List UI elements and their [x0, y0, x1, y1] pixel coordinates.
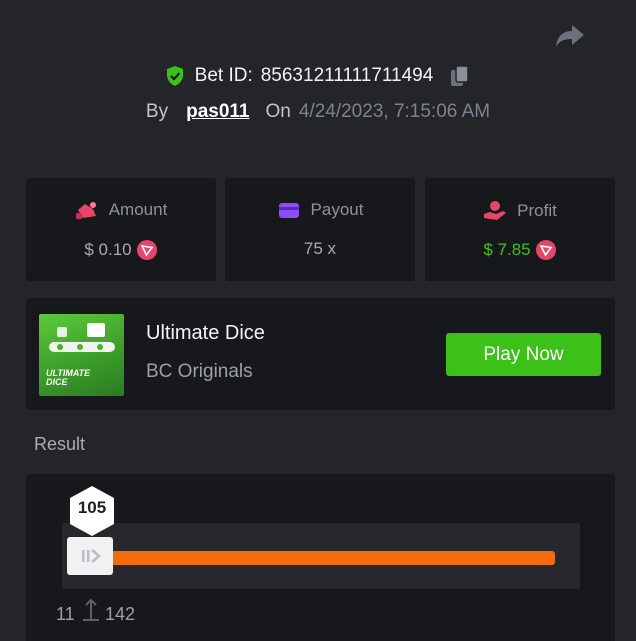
roll-result-value: 105	[77, 498, 107, 517]
copy-icon	[451, 65, 470, 86]
bet-id-row: Bet ID: 85631211111711494	[0, 60, 636, 92]
amount-card: Amount $ 0.10	[26, 178, 216, 281]
thumb-logo-text: ULTIMATE DICE	[46, 369, 90, 387]
game-card: ULTIMATE DICE Ultimate Dice BC Originals…	[26, 298, 615, 410]
profit-card: Profit $ 7.85	[425, 178, 615, 281]
dice-slider-fill	[102, 551, 555, 565]
username-link[interactable]: pas011	[186, 101, 249, 123]
bet-id-label: Bet ID:	[194, 65, 253, 86]
bet-id-value: 85631211111711494	[260, 65, 434, 86]
result-panel: 105 11 142	[26, 474, 615, 641]
payout-value: 75 x	[303, 239, 337, 258]
trx-coin-icon	[535, 239, 557, 261]
amount-value: $ 0.10	[84, 240, 132, 259]
on-label: On	[265, 101, 291, 122]
trx-coin-icon	[136, 239, 158, 261]
play-now-button[interactable]: Play Now	[446, 333, 601, 376]
share-icon	[556, 25, 584, 47]
amount-label: Amount	[108, 200, 168, 219]
bet-author-row: By pas011 On 4/24/2023, 7:15:06 AM	[0, 98, 636, 126]
thumb-dice	[87, 323, 105, 337]
game-provider: BC Originals	[146, 361, 253, 382]
result-title: Result	[34, 434, 86, 454]
by-label: By	[145, 101, 169, 122]
payout-card: Payout 75 x	[225, 178, 415, 281]
slider-grip-icon	[82, 549, 101, 563]
thumb-dot	[97, 344, 103, 350]
thumb-dot	[57, 344, 63, 350]
profit-value: $ 7.85	[483, 240, 531, 259]
shield-check-icon	[165, 65, 185, 87]
thumb-logo-line2: DICE	[46, 377, 68, 387]
dice-slider-handle[interactable]	[67, 537, 113, 575]
money-bag-icon	[75, 202, 96, 219]
profit-label: Profit	[517, 201, 557, 220]
thumb-dot	[77, 344, 83, 350]
range-min-value: 11	[56, 604, 75, 624]
range-max-value: 142	[105, 604, 136, 624]
bet-datetime: 4/24/2023, 7:15:06 AM	[298, 101, 491, 122]
game-title[interactable]: Ultimate Dice	[146, 322, 265, 345]
arrow-up-icon	[83, 598, 99, 621]
thumb-dice-small	[57, 327, 67, 337]
game-thumbnail[interactable]: ULTIMATE DICE	[39, 314, 124, 396]
share-button[interactable]	[552, 20, 588, 52]
copy-button[interactable]	[449, 64, 471, 88]
wallet-icon	[278, 203, 299, 218]
hand-coin-icon	[484, 201, 507, 220]
payout-label: Payout	[310, 200, 364, 219]
